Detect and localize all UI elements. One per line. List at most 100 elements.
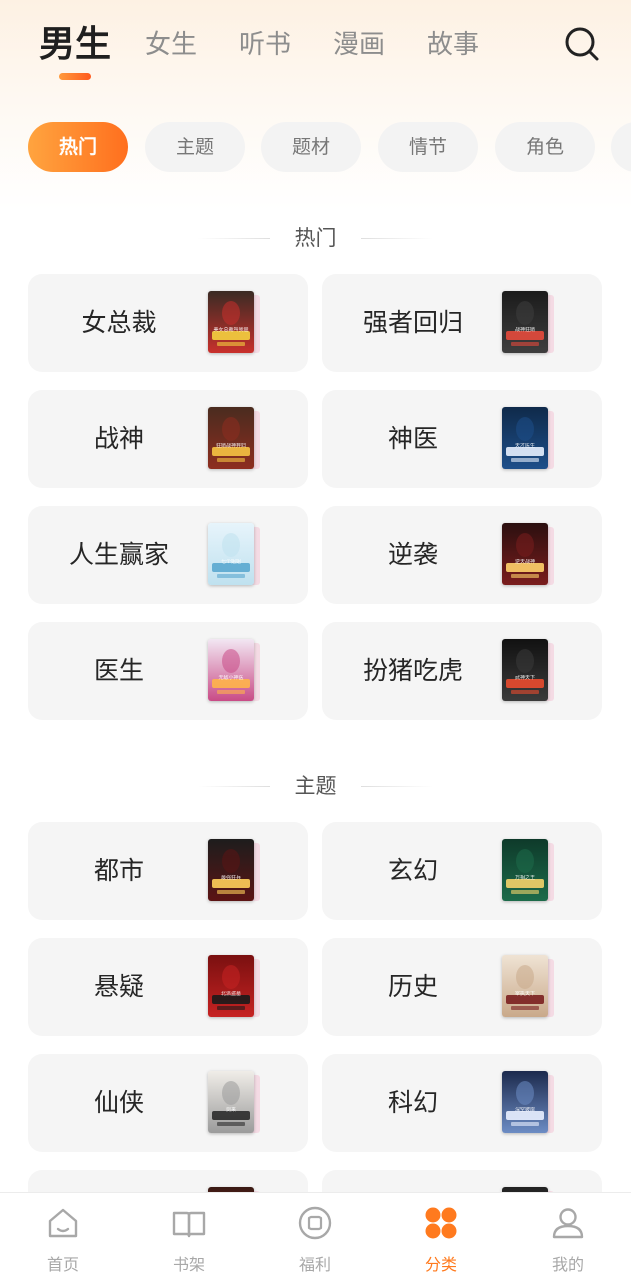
- section-title-hot: 热门: [0, 218, 631, 258]
- book-cover-stack: 宰执天下: [502, 955, 556, 1019]
- cover-title-text: 无敌小神医: [218, 675, 244, 681]
- nav-category[interactable]: 分类: [378, 1193, 504, 1280]
- category-label: 人生赢家: [68, 540, 169, 569]
- tab-audiobook[interactable]: 听书: [239, 24, 291, 66]
- cover-title-text: 最强狂兵: [220, 875, 241, 881]
- category-card[interactable]: 都市最强狂兵: [28, 822, 308, 920]
- book-cover-stack: 天才医生: [502, 407, 556, 471]
- divider-left: [198, 238, 270, 239]
- cover-title-text: 北派盗墓: [220, 991, 241, 997]
- cover-title-text: 武神天下: [514, 675, 535, 681]
- divider-left: [198, 786, 270, 787]
- book-cover-image: [208, 955, 254, 1017]
- book-cover-stack: 剑来: [208, 1071, 262, 1135]
- book-cover-image: [502, 291, 548, 353]
- book-cover-image: [208, 523, 254, 585]
- book-cover-stack: 深空彼岸: [502, 1071, 556, 1135]
- home-icon: [48, 1208, 78, 1238]
- book-cover-stack: 狂婿战神弃妇: [208, 407, 262, 471]
- cover-title-text: 天才医生: [514, 443, 535, 449]
- category-label: 科幻: [387, 1088, 438, 1117]
- book-cover-stack: 北派盗墓: [208, 955, 262, 1019]
- category-label: 逆袭: [387, 540, 438, 569]
- section-title-text: 热门: [294, 226, 337, 250]
- chip-more[interactable]: [611, 122, 631, 172]
- book-cover-stack: 七个姐姐: [208, 523, 262, 587]
- tab-comics[interactable]: 漫画: [333, 24, 385, 66]
- category-label: 女总裁: [81, 308, 157, 337]
- category-card[interactable]: 悬疑 北派盗墓: [28, 938, 308, 1036]
- category-card[interactable]: 扮猪吃虎武神天下: [322, 622, 602, 720]
- search-button[interactable]: [562, 24, 602, 64]
- category-label: 战神: [93, 424, 144, 453]
- book-cover-thumbnail: 深空彼岸: [502, 1071, 548, 1133]
- filter-chip-row: 热门 主题 题材 情节 角色: [0, 122, 631, 174]
- chip-theme[interactable]: 主题: [145, 122, 245, 172]
- book-cover-thumbnail: 狂婿战神弃妇: [208, 407, 254, 469]
- search-icon: [565, 27, 599, 61]
- book-cover-image: [208, 407, 254, 469]
- divider-right: [361, 786, 433, 787]
- category-card[interactable]: 逆袭 逆天战神: [322, 506, 602, 604]
- category-card[interactable]: 神医天才医生: [322, 390, 602, 488]
- category-icon: [425, 1207, 457, 1239]
- book-cover-stack: 战神狂婿: [502, 291, 556, 355]
- book-cover-image: [502, 523, 548, 585]
- cover-title-text: 万相之王: [514, 875, 535, 881]
- book-cover-thumbnail: 逆天战神: [502, 523, 548, 585]
- category-label: 神医: [387, 424, 438, 453]
- book-cover-image: [208, 639, 254, 701]
- category-label: 都市: [93, 856, 144, 885]
- category-card[interactable]: 强者回归 战神狂婿: [322, 274, 602, 372]
- category-label: 历史: [387, 972, 438, 1001]
- category-card[interactable]: 医生无敌小神医: [28, 622, 308, 720]
- book-cover-thumbnail: 天才医生: [502, 407, 548, 469]
- chip-hot[interactable]: 热门: [28, 122, 128, 172]
- nav-category-label: 分类: [424, 1255, 457, 1274]
- book-cover-stack: 逆天战神: [502, 523, 556, 587]
- book-cover-image: [208, 291, 254, 353]
- bottom-nav-bar: 首页 书架 福利 分类 我的: [0, 1192, 631, 1280]
- chip-plot[interactable]: 情节: [378, 122, 478, 172]
- category-label: 仙侠: [93, 1088, 144, 1117]
- category-card[interactable]: 战神狂婿战神弃妇: [28, 390, 308, 488]
- category-card[interactable]: 科幻 深空彼岸: [322, 1054, 602, 1152]
- tab-stories[interactable]: 故事: [427, 24, 479, 66]
- tab-male[interactable]: 男生: [39, 20, 111, 70]
- nav-welfare[interactable]: 福利: [252, 1193, 378, 1280]
- category-card[interactable]: 历史 宰执天下: [322, 938, 602, 1036]
- category-label: 玄幻: [387, 856, 438, 885]
- category-label: 医生: [93, 656, 144, 685]
- book-cover-stack: 无敌小神医: [208, 639, 262, 703]
- nav-home[interactable]: 首页: [0, 1193, 126, 1280]
- book-cover-thumbnail: 美女总裁叫我爸: [208, 291, 254, 353]
- section-title-text: 主题: [294, 774, 337, 798]
- category-card[interactable]: 人生赢家 七个姐姐: [28, 506, 308, 604]
- category-card[interactable]: 仙侠剑来: [28, 1054, 308, 1152]
- chip-genre[interactable]: 题材: [261, 122, 361, 172]
- category-label: 扮猪吃虎: [362, 656, 463, 685]
- book-cover-image: [208, 839, 254, 901]
- book-cover-thumbnail: 北派盗墓: [208, 955, 254, 1017]
- chip-role[interactable]: 角色: [495, 122, 595, 172]
- book-cover-image: [208, 1071, 254, 1133]
- profile-icon: [552, 1208, 584, 1239]
- book-cover-image: [502, 1071, 548, 1133]
- category-label: 强者回归: [362, 308, 463, 337]
- cover-title-text: 狂婿战神弃妇: [215, 443, 246, 449]
- tab-female[interactable]: 女生: [145, 24, 197, 66]
- category-card[interactable]: 玄幻万相之王: [322, 822, 602, 920]
- nav-profile-label: 我的: [551, 1255, 584, 1274]
- bookshelf-icon: [172, 1211, 206, 1238]
- category-card[interactable]: 女总裁 美女总裁叫我爸: [28, 274, 308, 372]
- book-cover-thumbnail: 最强狂兵: [208, 839, 254, 901]
- book-cover-thumbnail: 战神狂婿: [502, 291, 548, 353]
- book-cover-thumbnail: 无敌小神医: [208, 639, 254, 701]
- section-title-theme: 主题: [0, 766, 631, 806]
- nav-profile[interactable]: 我的: [505, 1193, 631, 1280]
- active-tab-indicator: [59, 73, 91, 80]
- nav-bookshelf[interactable]: 书架: [126, 1193, 252, 1280]
- divider-right: [361, 238, 433, 239]
- cover-title-text: 剑来: [225, 1107, 236, 1113]
- book-cover-stack: 最强狂兵: [208, 839, 262, 903]
